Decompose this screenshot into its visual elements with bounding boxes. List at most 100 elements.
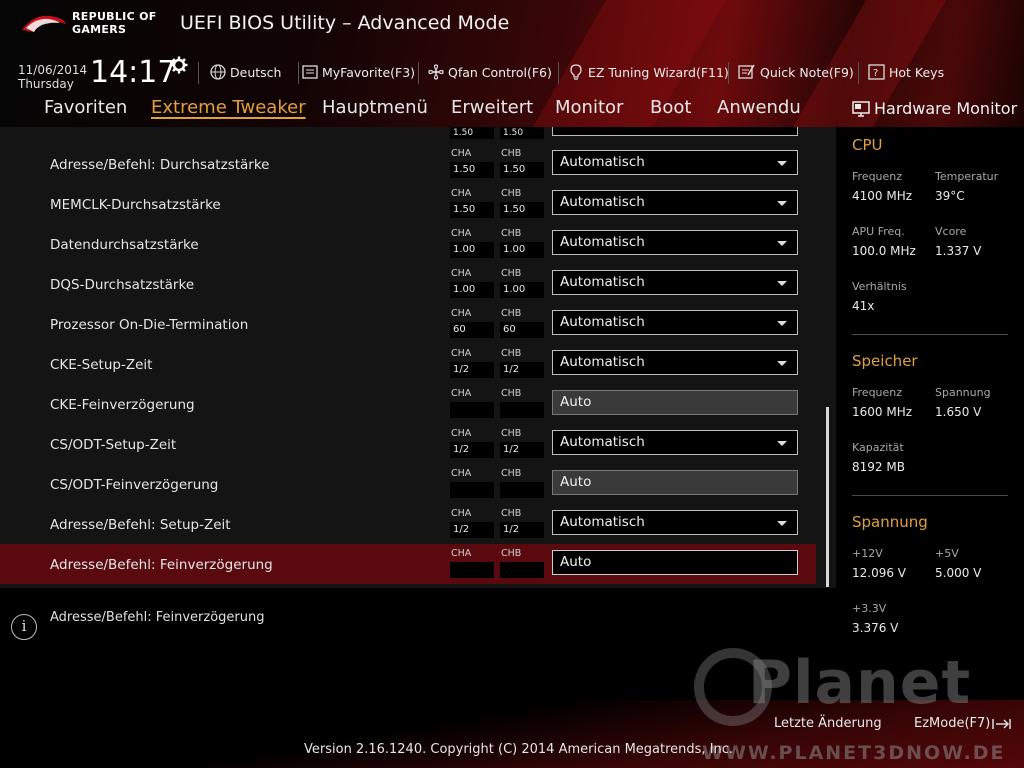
tab-anwendung[interactable]: Anwendu [717, 97, 801, 118]
setting-label: Adresse/Befehl: Setup-Zeit [50, 517, 231, 533]
tab-extreme-tweaker[interactable]: Extreme Tweaker [151, 97, 306, 118]
rog-eye-icon [22, 15, 66, 32]
setting-dropdown[interactable]: Automatisch [552, 230, 798, 255]
cha-caption: CHA [451, 188, 472, 199]
exit-arrow-icon [992, 718, 1012, 729]
gear-icon[interactable] [170, 56, 188, 74]
setting-value: Auto [560, 474, 592, 490]
v12-label: +12V [852, 547, 883, 560]
hot-keys-label: Hot Keys [889, 64, 945, 80]
setting-value: Automatisch [560, 194, 645, 210]
language-button[interactable]: Deutsch [210, 62, 281, 82]
date-text: 11/06/2014 [18, 63, 88, 77]
apu-freq-value: 100.0 MHz [852, 244, 916, 258]
setting-dropdown[interactable]: Automatisch [552, 190, 798, 215]
tab-monitor[interactable]: Monitor [555, 97, 623, 118]
cha-value: 60 [450, 322, 494, 338]
setting-value: Automatisch [560, 154, 645, 170]
myfavorite-button[interactable]: MyFavorite(F3) [302, 62, 415, 82]
setting-dropdown[interactable]: Automatisch [552, 310, 798, 335]
setting-row[interactable]: CKE-Feinverzögerung CHA CHB Auto [0, 384, 816, 424]
setting-value: Automatisch [560, 314, 645, 330]
setting-value: Auto [560, 394, 592, 410]
cha-value [450, 402, 494, 418]
chb-caption: CHB [501, 468, 522, 479]
setting-row[interactable]: Datendurchsatzstärke CHA 1.00 CHB 1.00 Automa… [0, 224, 816, 264]
tab-favoriten[interactable]: Favoriten [44, 97, 127, 118]
setting-row[interactable]: DQS-Durchsatzstärke CHA 1.00 CHB 1.00 Automat… [0, 264, 816, 304]
setting-value: Automatisch [560, 514, 645, 530]
cha-caption: CHA [451, 268, 472, 279]
setting-label: CS/ODT-Setup-Zeit [50, 437, 177, 453]
setting-value-field[interactable]: Auto [552, 390, 798, 415]
chb-value: 1.50 [500, 202, 544, 218]
setting-value: Automatisch [560, 274, 645, 290]
header-bar: REPUBLIC OF GAMERS UEFI BIOS Utility – A… [0, 0, 1024, 127]
setting-row[interactable]: CS/ODT-Feinverzögerung CHA CHB Auto [0, 464, 816, 504]
cha-caption: CHA [451, 388, 472, 399]
setting-value-field[interactable]: Auto [552, 470, 798, 495]
setting-row[interactable]: MEMCLK-Durchsatzstärke CHA 1.50 CHB 1.50 Auto… [0, 184, 816, 224]
chb-caption: CHB [501, 508, 522, 519]
v12-value: 12.096 V [852, 566, 907, 580]
setting-label: CS/ODT-Feinverzögerung [50, 477, 219, 493]
chb-value [500, 402, 544, 418]
setting-dropdown[interactable]: Automatisch [552, 350, 798, 375]
date-display: 11/06/2014 Thursday [18, 63, 87, 91]
vcore-label: Vcore [935, 225, 967, 238]
version-text: Version 2.16.1240. Copyright (C) 2014 Am… [304, 742, 734, 757]
setting-dropdown[interactable]: Automatisch [552, 430, 798, 455]
vcore-value: 1.337 V [935, 244, 982, 258]
tab-hauptmenu[interactable]: Hauptmenü [322, 97, 428, 118]
svg-text:?: ? [873, 68, 878, 79]
chb-value: 1/2 [500, 442, 544, 458]
scrollbar[interactable] [826, 407, 829, 587]
cha-value: 1.00 [450, 282, 494, 298]
memory-volt-label: Spannung [935, 386, 991, 399]
tab-boot[interactable]: Boot [650, 97, 691, 118]
setting-dropdown[interactable]: Automatisch [552, 150, 798, 175]
watermark-text: Planet [748, 648, 972, 718]
chb-value: 1.00 [500, 242, 544, 258]
partial-row: 1.50 1.50 [0, 127, 816, 139]
setting-label: DQS-Durchsatzstärke [50, 277, 195, 293]
setting-value: Automatisch [560, 234, 645, 250]
setting-label: Prozessor On-Die-Termination [50, 317, 249, 333]
chb-value: 1.50 [500, 127, 544, 139]
watermark-url: WWW.PLANET3DNOW.DE [702, 742, 1006, 764]
setting-value-field[interactable]: Auto [552, 550, 798, 575]
ratio-label: Verhältnis [852, 280, 907, 293]
setting-label: Adresse/Befehl: Feinverzögerung [50, 557, 273, 573]
hot-keys-button[interactable]: ? Hot Keys [868, 62, 944, 82]
ez-tuning-wizard-button[interactable]: EZ Tuning Wizard(F11) [568, 62, 729, 82]
chb-value: 1/2 [500, 522, 544, 538]
setting-dropdown[interactable]: Automatisch [552, 510, 798, 535]
cha-value: 1/2 [450, 362, 494, 378]
chb-caption: CHB [501, 228, 522, 239]
chb-value: 1.00 [500, 282, 544, 298]
setting-row[interactable]: Adresse/Befehl: Setup-Zeit CHA 1/2 CHB 1/2 Au… [0, 504, 816, 544]
chb-value [500, 482, 544, 498]
setting-row[interactable]: Adresse/Befehl: Feinverzögerung CHA CHB Aut… [0, 544, 816, 584]
chevron-down-icon [777, 201, 787, 206]
memory-capacity-value: 8192 MB [852, 460, 905, 474]
setting-row[interactable]: CS/ODT-Setup-Zeit CHA 1/2 CHB 1/2 Automatisch [0, 424, 816, 464]
globe-icon [210, 64, 226, 80]
chevron-down-icon [777, 441, 787, 446]
setting-dropdown[interactable]: Automatisch [552, 270, 798, 295]
quick-note-button[interactable]: Quick Note(F9) [738, 62, 854, 82]
tab-erweitert[interactable]: Erweitert [451, 97, 533, 118]
setting-row[interactable]: CKE-Setup-Zeit CHA 1/2 CHB 1/2 Automatisch [0, 344, 816, 384]
ezmode-button[interactable]: EzMode(F7) [914, 716, 1012, 731]
setting-row[interactable]: Prozessor On-Die-Termination CHA 60 CHB 60 Au… [0, 304, 816, 344]
setting-label: Datendurchsatzstärke [50, 237, 199, 253]
note-icon [738, 64, 755, 79]
qfan-control-button[interactable]: Qfan Control(F6) [428, 62, 552, 82]
cha-caption: CHA [451, 548, 472, 559]
ratio-value: 41x [852, 299, 875, 313]
apu-freq-label: APU Freq. [852, 225, 905, 238]
partial-dropdown[interactable] [552, 127, 798, 136]
last-change-button[interactable]: Letzte Änderung [774, 716, 882, 731]
setting-row[interactable]: Adresse/Befehl: Durchsatzstärke CHA 1.50 CH… [0, 144, 816, 184]
cha-caption: CHA [451, 428, 472, 439]
